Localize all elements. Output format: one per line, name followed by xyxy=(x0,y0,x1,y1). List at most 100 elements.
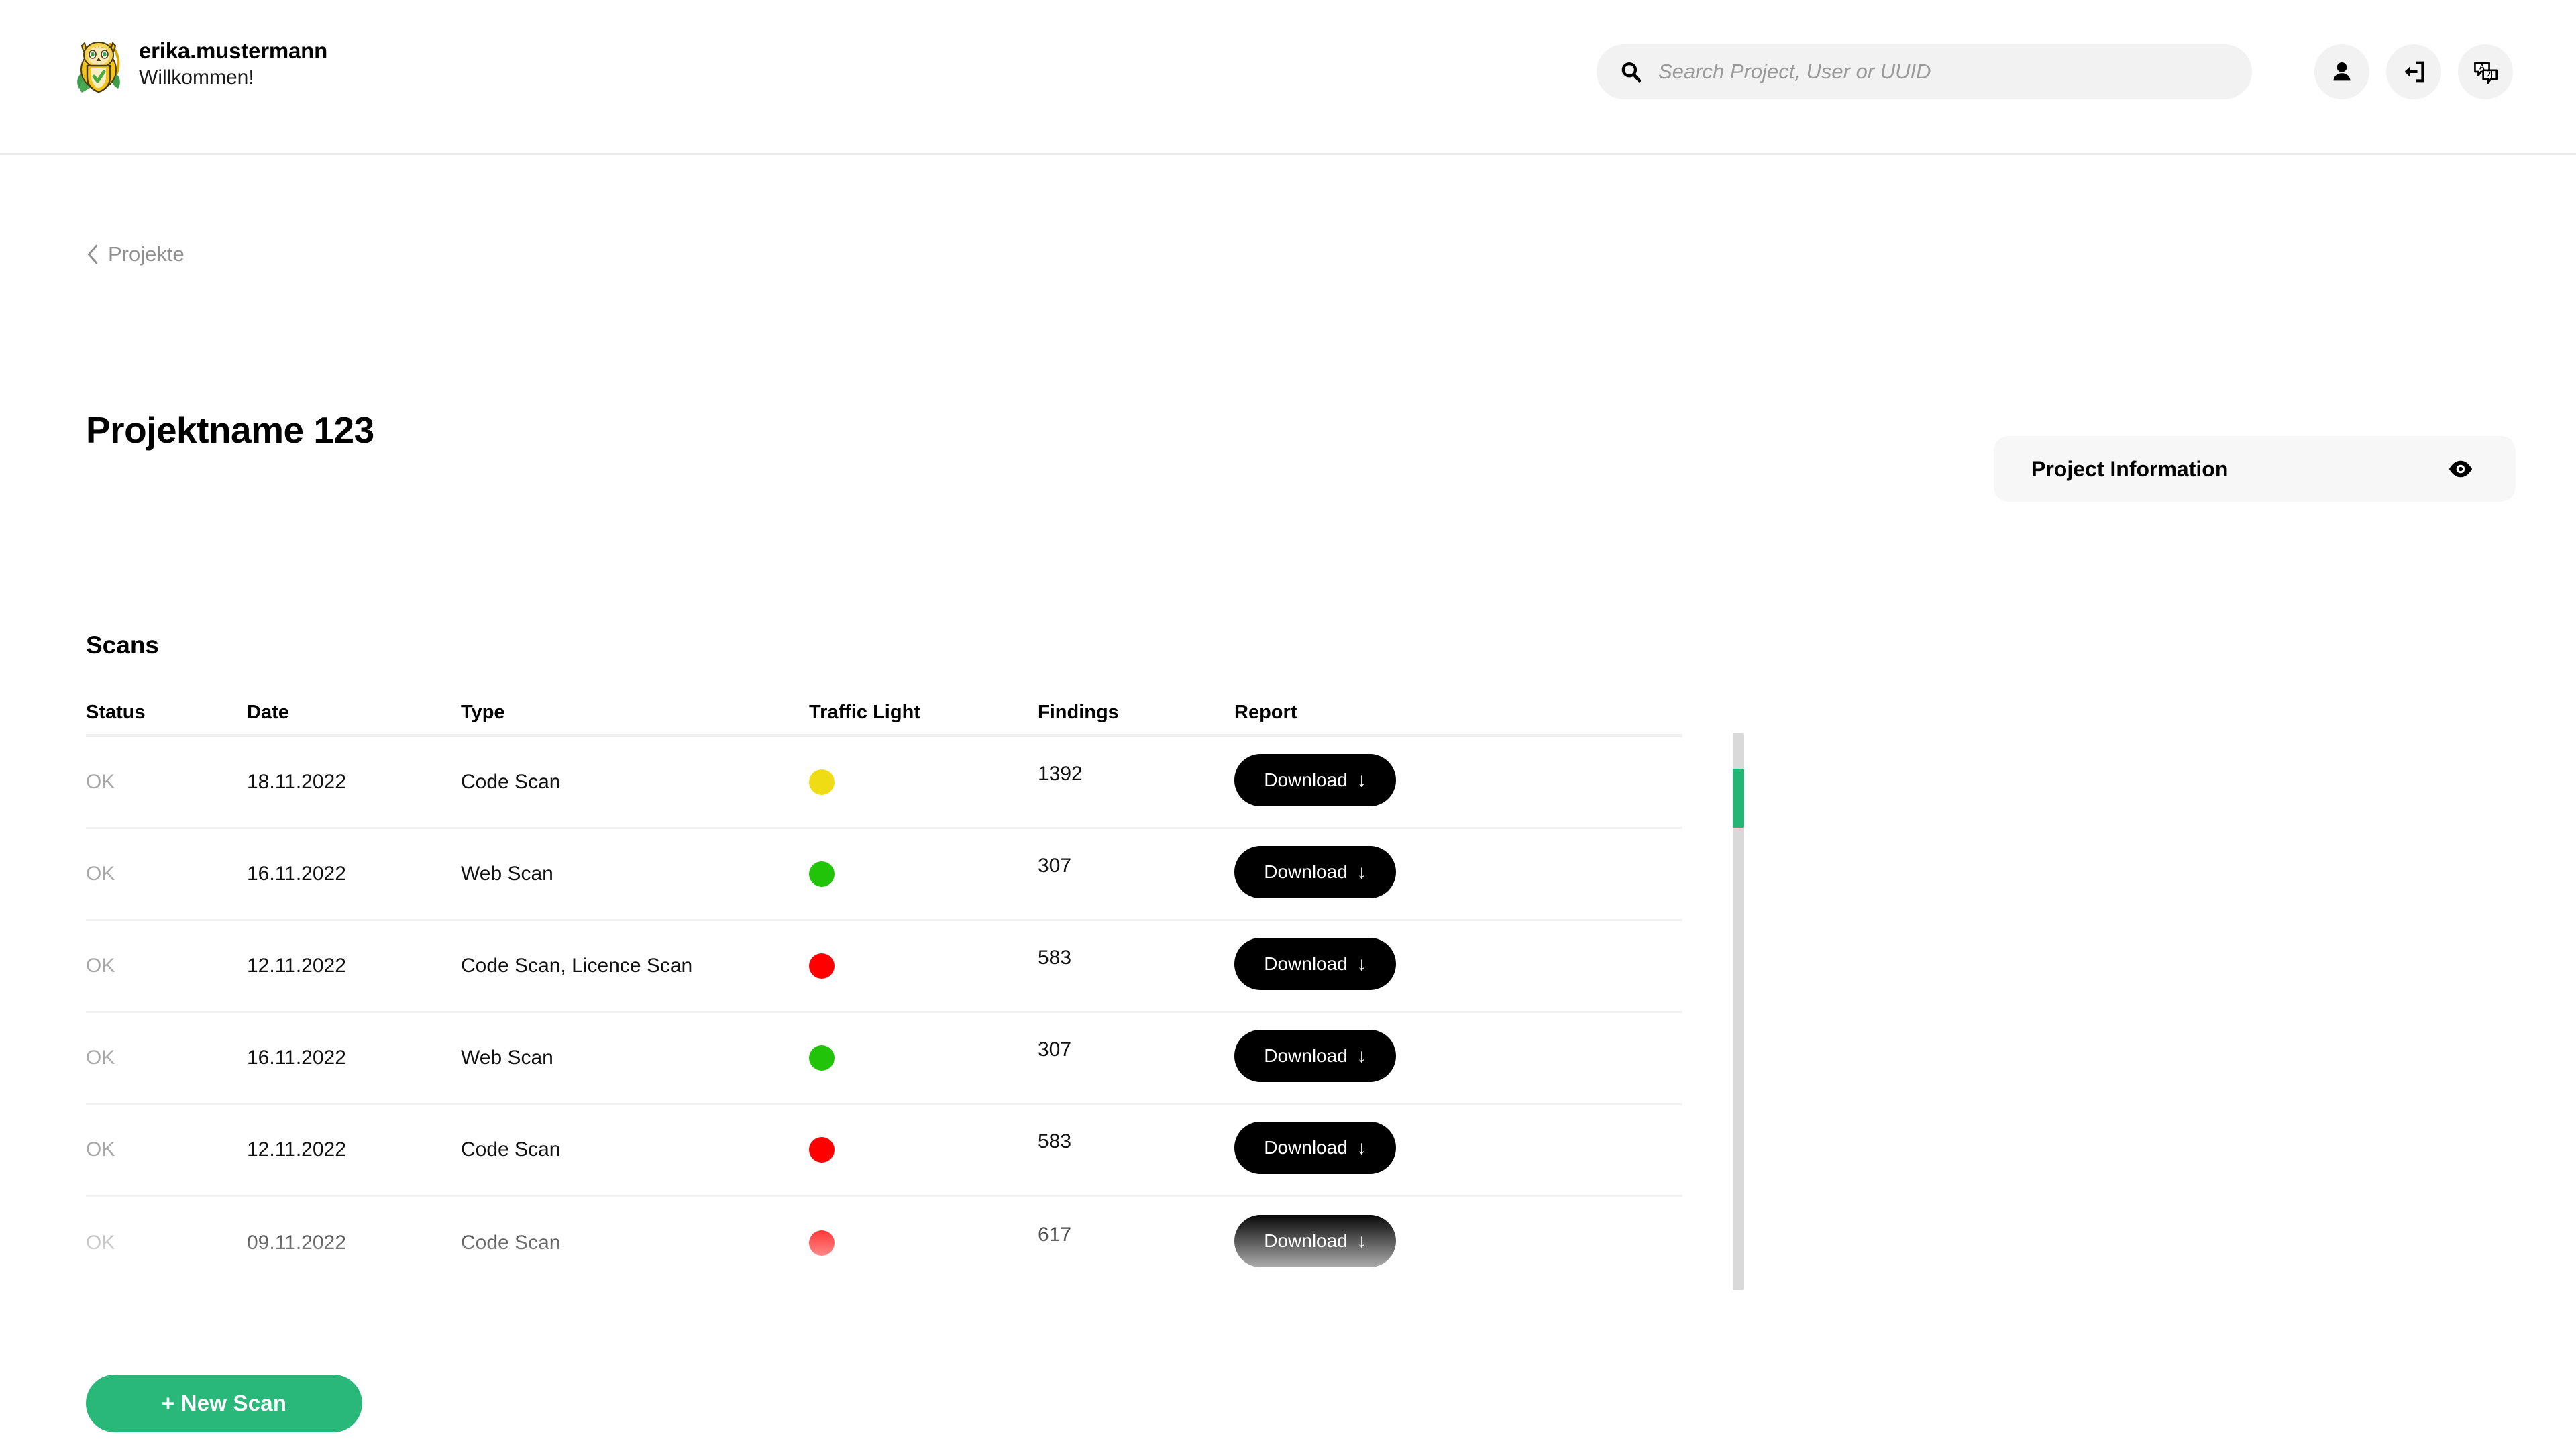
download-report-button[interactable]: Download ↓ xyxy=(1234,938,1396,990)
cell-status: OK xyxy=(86,863,247,885)
cell-findings: 1392 xyxy=(1038,763,1234,794)
traffic-light-indicator xyxy=(809,953,835,979)
user-icon xyxy=(2328,58,2355,85)
project-information-label: Project Information xyxy=(2031,456,2229,481)
findings-value: 583 xyxy=(1038,947,1072,969)
svg-text:가: 가 xyxy=(2487,70,2494,79)
cell-date: 09.11.2022 xyxy=(247,1232,461,1254)
table-row[interactable]: OK 16.11.2022 Web Scan 307 Download ↓ xyxy=(86,829,1682,921)
language-button[interactable]: A 가 xyxy=(2458,44,2513,99)
cell-status: OK xyxy=(86,1046,247,1069)
status-value: OK xyxy=(86,1138,115,1161)
cell-date: 12.11.2022 xyxy=(247,1138,461,1161)
date-value: 16.11.2022 xyxy=(247,863,346,885)
column-header-report: Report xyxy=(1234,702,1297,723)
cell-report: Download ↓ xyxy=(1234,1122,1503,1176)
cell-traffic-light xyxy=(809,769,1038,795)
table-row[interactable]: OK 18.11.2022 Code Scan 1392 Download ↓ xyxy=(86,737,1682,829)
table-scrollbar-thumb[interactable] xyxy=(1733,769,1744,828)
cell-type: Code Scan xyxy=(461,1138,809,1161)
status-value: OK xyxy=(86,1231,115,1254)
download-label: Download xyxy=(1264,953,1348,974)
download-arrow-icon: ↓ xyxy=(1356,1137,1366,1158)
cell-findings: 583 xyxy=(1038,947,1234,977)
breadcrumb[interactable]: Projekte xyxy=(86,242,184,266)
app-header: erika.mustermann Willkommen! Search Proj… xyxy=(0,0,2576,155)
date-value: 16.11.2022 xyxy=(247,1046,346,1069)
cell-type: Code Scan xyxy=(461,771,809,794)
type-value: Code Scan xyxy=(461,1231,561,1254)
chevron-left-icon xyxy=(86,244,99,265)
cell-report: Download ↓ xyxy=(1234,846,1503,900)
download-label: Download xyxy=(1264,1230,1348,1251)
cell-type: Code Scan xyxy=(461,1232,809,1254)
cell-report: Download ↓ xyxy=(1234,1030,1503,1084)
download-report-button[interactable]: Download ↓ xyxy=(1234,1214,1396,1267)
findings-value: 617 xyxy=(1038,1223,1072,1246)
traffic-light-indicator xyxy=(809,861,835,887)
column-header-type: Type xyxy=(461,702,505,723)
cell-findings: 617 xyxy=(1038,1224,1234,1254)
table-body-scroll-area[interactable]: OK 18.11.2022 Code Scan 1392 Download ↓ OK 16.1… xyxy=(86,737,1682,1290)
brand-text: erika.mustermann Willkommen! xyxy=(139,38,327,89)
date-value: 18.11.2022 xyxy=(247,771,346,793)
status-value: OK xyxy=(86,1046,115,1069)
table-scrollbar-track[interactable] xyxy=(1733,733,1744,1290)
search-input[interactable] xyxy=(1658,44,2229,99)
cell-report: Download ↓ xyxy=(1234,938,1503,992)
download-arrow-icon: ↓ xyxy=(1356,861,1366,882)
findings-value: 1392 xyxy=(1038,763,1083,785)
type-value: Web Scan xyxy=(461,863,553,885)
download-arrow-icon: ↓ xyxy=(1356,769,1366,790)
column-header-date: Date xyxy=(247,702,289,723)
translate-icon: A 가 xyxy=(2472,58,2499,85)
download-label: Download xyxy=(1264,861,1348,882)
table-row[interactable]: OK 09.11.2022 Code Scan 617 Download ↓ xyxy=(86,1197,1682,1289)
table-row[interactable]: OK 12.11.2022 Code Scan, Licence Scan 583 Do… xyxy=(86,921,1682,1013)
download-arrow-icon: ↓ xyxy=(1356,1230,1366,1251)
download-label: Download xyxy=(1264,1137,1348,1158)
cell-status: OK xyxy=(86,771,247,794)
cell-traffic-light xyxy=(809,1045,1038,1071)
type-value: Code Scan, Licence Scan xyxy=(461,955,693,977)
welcome-text: Willkommen! xyxy=(139,66,254,89)
traffic-light-indicator xyxy=(809,1137,835,1163)
eye-icon[interactable] xyxy=(2447,455,2474,482)
cell-traffic-light xyxy=(809,1230,1038,1256)
cell-date: 18.11.2022 xyxy=(247,771,461,794)
logout-button[interactable] xyxy=(2386,44,2441,99)
type-value: Code Scan xyxy=(461,1138,561,1161)
table-row[interactable]: OK 16.11.2022 Web Scan 307 Download ↓ xyxy=(86,1013,1682,1105)
table-row[interactable]: OK 12.11.2022 Code Scan 583 Download ↓ xyxy=(86,1105,1682,1197)
new-scan-button[interactable]: + New Scan xyxy=(86,1375,362,1432)
logout-icon xyxy=(2400,58,2427,85)
findings-value: 583 xyxy=(1038,1130,1072,1152)
cell-traffic-light xyxy=(809,861,1038,887)
table-header-row: Status Date Type Traffic Light Findings … xyxy=(86,692,1682,737)
cell-status: OK xyxy=(86,1138,247,1161)
profile-button[interactable] xyxy=(2314,44,2369,99)
download-report-button[interactable]: Download ↓ xyxy=(1234,1030,1396,1082)
cell-findings: 307 xyxy=(1038,855,1234,885)
download-label: Download xyxy=(1264,1045,1348,1066)
cell-type: Code Scan, Licence Scan xyxy=(461,955,809,977)
cell-type: Web Scan xyxy=(461,1046,809,1069)
cell-findings: 583 xyxy=(1038,1130,1234,1161)
download-report-button[interactable]: Download ↓ xyxy=(1234,754,1396,806)
cell-status: OK xyxy=(86,1232,247,1254)
section-title-scans: Scans xyxy=(86,631,160,659)
cell-type: Web Scan xyxy=(461,863,809,885)
date-value: 12.11.2022 xyxy=(247,1138,346,1161)
download-arrow-icon: ↓ xyxy=(1356,953,1366,974)
brand: erika.mustermann Willkommen! xyxy=(71,35,327,93)
download-report-button[interactable]: Download ↓ xyxy=(1234,1122,1396,1174)
download-report-button[interactable]: Download ↓ xyxy=(1234,846,1396,898)
search-icon xyxy=(1619,60,1642,83)
search-bar[interactable] xyxy=(1597,44,2252,99)
cell-findings: 307 xyxy=(1038,1038,1234,1069)
traffic-light-indicator xyxy=(809,1230,835,1256)
traffic-light-indicator xyxy=(809,1045,835,1071)
cell-status: OK xyxy=(86,955,247,977)
project-information-panel[interactable]: Project Information xyxy=(1994,436,2516,502)
status-value: OK xyxy=(86,771,115,793)
